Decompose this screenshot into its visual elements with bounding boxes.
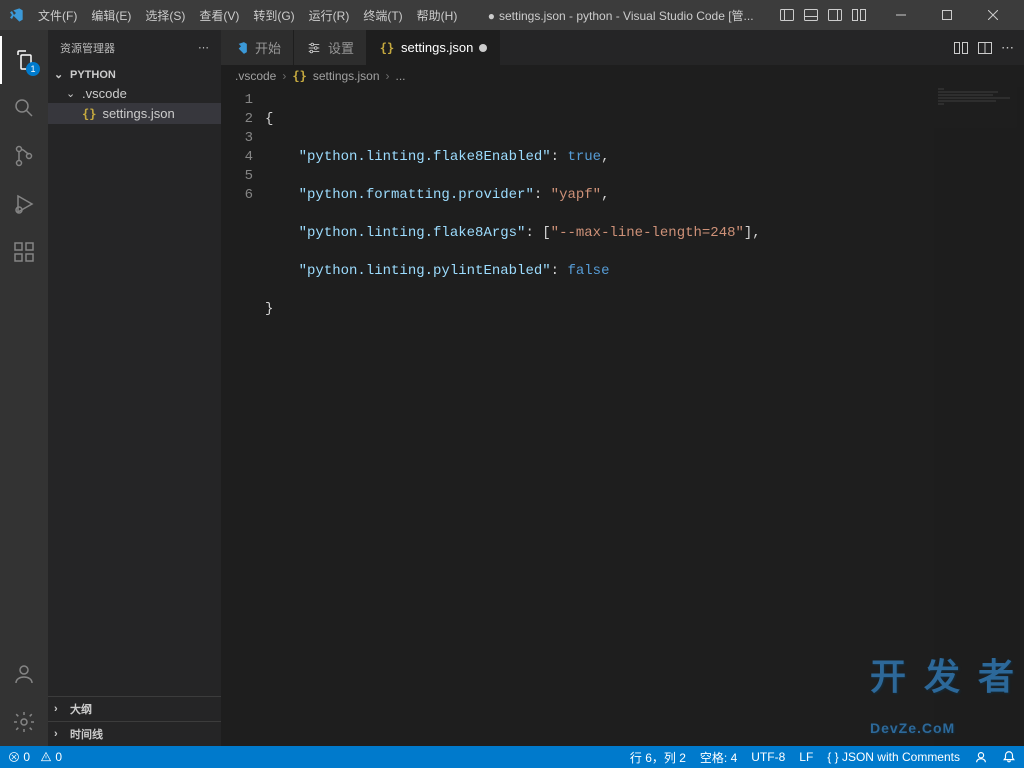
chevron-right-icon: › [54, 728, 66, 740]
menu-run[interactable]: 运行(R) [303, 3, 356, 28]
breadcrumb-seg[interactable]: .vscode [235, 69, 276, 83]
menu-help[interactable]: 帮助(H) [411, 3, 464, 28]
status-cursor[interactable]: 行 6，列 2 [630, 749, 686, 766]
activity-bar: 1 [0, 30, 48, 746]
sidebar-timeline[interactable]: › 时间线 [48, 721, 221, 746]
maximize-button[interactable] [924, 0, 970, 30]
compare-changes-icon[interactable] [953, 40, 969, 56]
window-controls [878, 0, 1016, 30]
layout-panel-left-icon[interactable] [778, 6, 796, 24]
layout-controls [778, 6, 868, 24]
json-file-icon: {} [379, 40, 395, 56]
chevron-down-icon: ⌄ [66, 87, 78, 100]
chevron-right-icon: › [386, 69, 390, 83]
status-indent[interactable]: 空格: 4 [700, 749, 737, 766]
minimize-button[interactable] [878, 0, 924, 30]
status-problems[interactable]: 0 0 [8, 750, 62, 764]
tab-label: 设置 [328, 38, 354, 57]
layout-panel-bottom-icon[interactable] [802, 6, 820, 24]
status-encoding[interactable]: UTF-8 [751, 750, 785, 764]
sidebar-explorer: 资源管理器 ⋯ ⌄ PYTHON ⌄ .vscode {} settings.j… [48, 30, 221, 746]
status-language[interactable]: { } JSON with Comments [827, 750, 960, 764]
outline-label: 大纲 [70, 701, 92, 717]
status-bell-icon[interactable] [1002, 750, 1016, 764]
line-number-gutter: 1 2 3 4 5 6 [221, 87, 265, 746]
root-folder-label: PYTHON [70, 69, 116, 81]
tab-label: 开始 [255, 38, 281, 57]
tab-start[interactable]: 开始 [221, 30, 294, 65]
menu-select[interactable]: 选择(S) [139, 3, 191, 28]
title-bar: 文件(F) 编辑(E) 选择(S) 查看(V) 转到(G) 运行(R) 终端(T… [0, 0, 1024, 30]
activity-account-icon[interactable] [0, 650, 48, 698]
activity-settings-icon[interactable] [0, 698, 48, 746]
breadcrumb-seg[interactable]: settings.json [313, 69, 380, 83]
tab-settings-json[interactable]: {} settings.json [367, 30, 500, 65]
vscode-logo-icon [8, 7, 24, 23]
explorer-badge: 1 [26, 62, 40, 76]
breadcrumb[interactable]: .vscode › {} settings.json › ... [221, 65, 1024, 87]
status-bar: 0 0 行 6，列 2 空格: 4 UTF-8 LF { } JSON with… [0, 746, 1024, 768]
code-content[interactable]: { "python.linting.flake8Enabled": true, … [265, 87, 934, 746]
json-file-icon: {} [82, 107, 96, 121]
sidebar-root-folder[interactable]: ⌄ PYTHON [48, 65, 221, 84]
activity-search-icon[interactable] [0, 84, 48, 132]
activity-explorer-icon[interactable]: 1 [0, 36, 48, 84]
chevron-right-icon: › [54, 703, 66, 715]
tab-settings[interactable]: 设置 [294, 30, 367, 65]
activity-run-debug-icon[interactable] [0, 180, 48, 228]
menu-file[interactable]: 文件(F) [32, 3, 83, 28]
chevron-down-icon: ⌄ [54, 68, 66, 81]
sidebar-outline[interactable]: › 大纲 [48, 696, 221, 721]
split-editor-icon[interactable] [977, 40, 993, 56]
json-file-icon: {} [292, 69, 306, 83]
activity-extensions-icon[interactable] [0, 228, 48, 276]
menu-bar: 文件(F) 编辑(E) 选择(S) 查看(V) 转到(G) 运行(R) 终端(T… [32, 3, 463, 28]
dirty-dot-icon [479, 44, 487, 52]
file-label: settings.json [102, 106, 174, 121]
menu-view[interactable]: 查看(V) [193, 3, 245, 28]
menu-terminal[interactable]: 终端(T) [357, 3, 408, 28]
menu-goto[interactable]: 转到(G) [247, 3, 300, 28]
timeline-label: 时间线 [70, 726, 103, 742]
dirty-indicator-icon [488, 9, 499, 23]
activity-source-control-icon[interactable] [0, 132, 48, 180]
menu-edit[interactable]: 编辑(E) [85, 3, 137, 28]
more-actions-icon[interactable]: ⋯ [1001, 40, 1014, 56]
tab-actions: ⋯ [943, 30, 1024, 65]
editor-area: 开始 设置 {} settings.json ⋯ .vscode › {} se… [221, 30, 1024, 746]
layout-panel-right-icon[interactable] [826, 6, 844, 24]
breadcrumb-more[interactable]: ... [396, 69, 406, 83]
window-title: settings.json - python - Visual Studio C… [463, 7, 778, 24]
sidebar-title: 资源管理器 [60, 40, 115, 56]
code-editor[interactable]: 1 2 3 4 5 6 { "python.linting.flake8Enab… [221, 87, 1024, 746]
editor-tabs: 开始 设置 {} settings.json ⋯ [221, 30, 1024, 65]
status-feedback-icon[interactable] [974, 750, 988, 764]
chevron-right-icon: › [282, 69, 286, 83]
tab-label: settings.json [401, 40, 473, 55]
tree-file-settings-json[interactable]: {} settings.json [48, 103, 221, 124]
layout-customize-icon[interactable] [850, 6, 868, 24]
status-eol[interactable]: LF [799, 750, 813, 764]
tree-folder-vscode[interactable]: ⌄ .vscode [48, 84, 221, 103]
folder-label: .vscode [82, 86, 127, 101]
sliders-icon [306, 40, 322, 56]
sidebar-header: 资源管理器 ⋯ [48, 30, 221, 65]
sidebar-more-icon[interactable]: ⋯ [198, 41, 209, 54]
minimap[interactable] [934, 87, 1024, 746]
vscode-icon [233, 40, 249, 56]
close-button[interactable] [970, 0, 1016, 30]
